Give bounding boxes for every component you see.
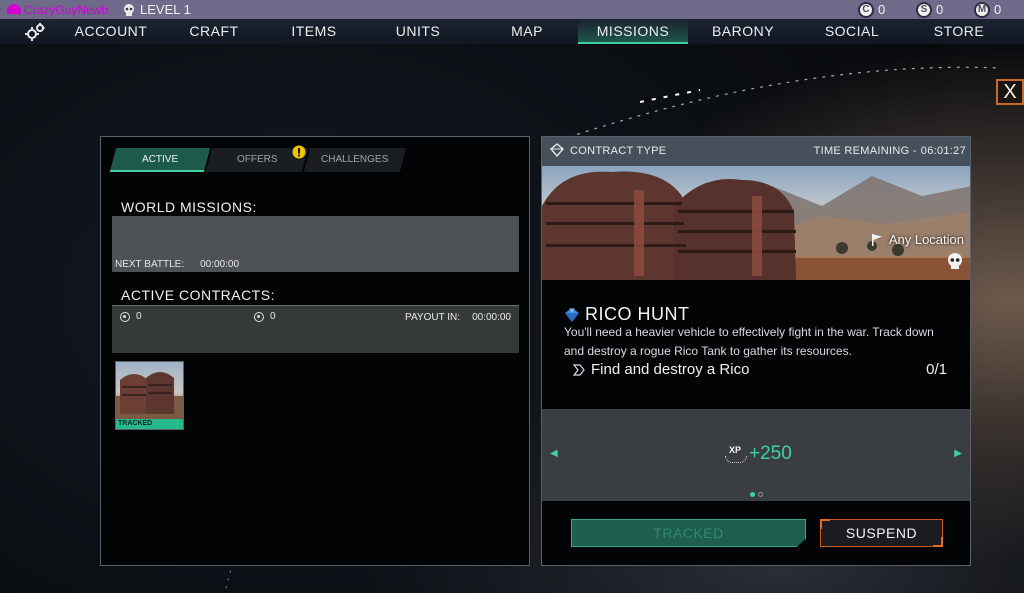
tab-offers-label: OFFERS (236, 154, 278, 165)
currency-credits: C 0 (858, 1, 916, 18)
world-missions-title: WORLD MISSIONS: (121, 199, 257, 215)
reward-carousel: ◀ XP +250 ▶ (542, 409, 970, 501)
nav-items[interactable]: ITEMS (280, 19, 348, 44)
mission-tabs: ACTIVE OFFERS CHALLENGES (109, 148, 409, 172)
scrap-value: 0 (936, 2, 944, 17)
time-remaining: TIME REMAINING -06:01:27 (814, 145, 966, 157)
next-battle-time: 00:00:00 (200, 259, 240, 270)
level-indicator: LEVEL 1 (122, 2, 191, 17)
currency-bar: C 0 S 0 M 0 (858, 0, 1014, 19)
contract-count-icon (120, 311, 130, 322)
contract-stat-1-value: 0 (136, 311, 142, 322)
metal-value: 0 (994, 2, 1002, 17)
xp-badge-icon: XP (723, 443, 747, 465)
nav-account[interactable]: ACCOUNT (70, 19, 152, 44)
mission-detail-panel: CONTRACT TYPE TIME REMAINING -06:01:27 A… (541, 136, 971, 566)
contract-stat-2-value: 0 (270, 311, 276, 322)
mission-description: You'll need a heavier vehicle to effecti… (564, 325, 934, 358)
mission-title: RICO HUNT (564, 304, 690, 325)
contract-type-label: CONTRACT TYPE (570, 145, 667, 157)
location: Any Location (870, 232, 964, 247)
world-missions-box: NEXT BATTLE: 00:00:00 (112, 216, 519, 272)
flag-icon (871, 233, 882, 246)
carousel-dot[interactable] (758, 492, 763, 497)
carousel-dots (750, 492, 763, 497)
nav-social[interactable]: SOCIAL (818, 19, 886, 44)
currency-scrap: S 0 (916, 1, 974, 18)
tab-challenges-label: CHALLENGES (321, 154, 389, 165)
objective-text: Find and destroy a Rico (591, 361, 750, 378)
contract-type-diamond-icon (550, 143, 564, 157)
user-icon (7, 4, 21, 14)
suspend-button[interactable]: SUSPEND (820, 519, 943, 547)
reward-prev-arrow-icon[interactable]: ◀ (550, 448, 558, 459)
time-remaining-label: TIME REMAINING - (813, 145, 917, 157)
objective-label: Find and destroy a Rico (572, 361, 749, 378)
thumbnail-scene (116, 372, 183, 422)
username[interactable]: CrazyGuyNewb (24, 3, 120, 17)
tab-active[interactable]: ACTIVE (109, 148, 211, 172)
mission-title-text: RICO HUNT (585, 304, 690, 324)
active-contracts-box: 0 0 PAYOUT IN: 00:00:00 (112, 305, 519, 353)
objective-chevron-icon (572, 363, 585, 376)
objective-progress: 0/1 (926, 361, 947, 378)
carousel-dot-active[interactable] (750, 492, 755, 497)
payout-label: PAYOUT IN: (405, 312, 461, 323)
detail-header: CONTRACT TYPE TIME REMAINING -06:01:27 (542, 137, 970, 166)
difficulty-skull-icon (948, 253, 962, 269)
missions-list-panel: ACTIVE OFFERS CHALLENGES WORLD MISSIONS:… (100, 136, 530, 566)
nav-missions[interactable]: MISSIONS (578, 19, 688, 44)
location-text: Any Location (888, 232, 964, 247)
tab-active-label: ACTIVE (141, 154, 179, 165)
main-nav: ACCOUNT CRAFT ITEMS UNITS MAP MISSIONS B… (0, 19, 1024, 44)
time-remaining-value: 06:01:27 (920, 145, 966, 157)
contract-reward-icon (254, 311, 264, 322)
contract-thumbnail[interactable]: TRACKED (115, 361, 184, 430)
settings-gear-icon[interactable] (24, 22, 46, 42)
nav-map[interactable]: MAP (496, 19, 558, 44)
nav-store[interactable]: STORE (928, 19, 990, 44)
close-button[interactable]: X (996, 79, 1024, 105)
reward-xp: XP +250 (723, 443, 792, 465)
scrap-icon: S (916, 1, 932, 18)
mission-scene-image: Any Location (542, 166, 970, 280)
mission-diamond-icon (565, 307, 579, 322)
reward-value: +250 (749, 443, 792, 464)
credits-value: 0 (878, 2, 886, 17)
nav-units[interactable]: UNITS (384, 19, 452, 44)
payout-time: 00:00:00 (472, 312, 511, 323)
currency-metal: M 0 (974, 1, 1014, 18)
mission-objective: Find and destroy a Rico 0/1 (572, 361, 947, 378)
contract-stat-1: 0 (120, 311, 142, 322)
payout: PAYOUT IN: 00:00:00 (405, 312, 511, 323)
level-text: LEVEL 1 (140, 2, 191, 17)
thumbnail-tracked-badge: TRACKED (116, 419, 183, 429)
scene-art (542, 171, 970, 280)
nav-craft[interactable]: CRAFT (178, 19, 250, 44)
alert-icon (292, 145, 306, 159)
active-contracts-title: ACTIVE CONTRACTS: (121, 287, 275, 303)
tracked-button[interactable]: TRACKED (571, 519, 806, 547)
credits-icon: C (858, 1, 874, 18)
skull-icon (124, 3, 134, 16)
next-battle: NEXT BATTLE: 00:00:00 (115, 259, 239, 270)
nav-barony[interactable]: BARONY (704, 19, 782, 44)
next-battle-label: NEXT BATTLE: (115, 259, 185, 270)
tab-challenges[interactable]: CHALLENGES (303, 148, 407, 172)
contract-stat-2: 0 (254, 311, 276, 322)
reward-next-arrow-icon[interactable]: ▶ (954, 448, 962, 459)
metal-icon: M (974, 1, 990, 18)
status-bar: CrazyGuyNewb LEVEL 1 C 0 S 0 M 0 (0, 0, 1024, 19)
